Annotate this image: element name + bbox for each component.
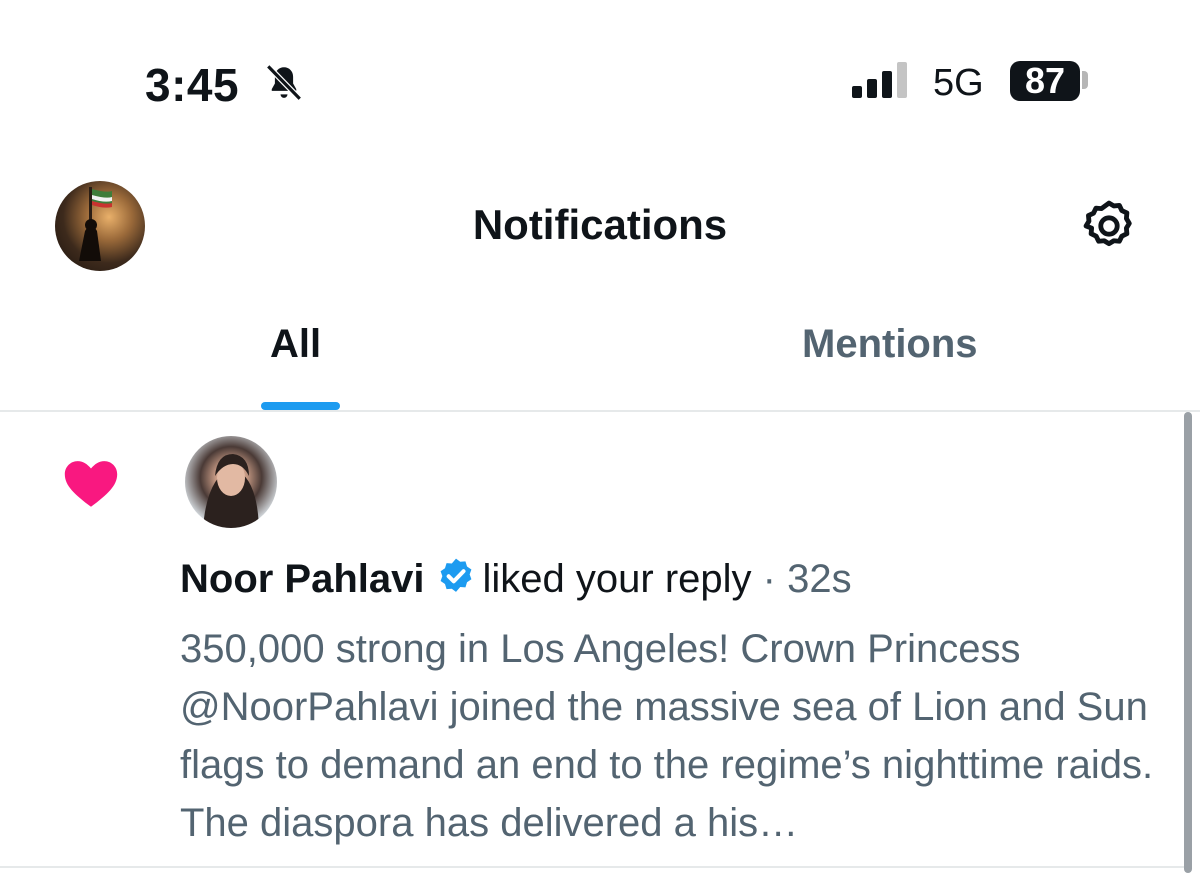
network-label: 5G bbox=[933, 62, 984, 104]
item-divider bbox=[0, 866, 1184, 868]
notification-text[interactable]: 350,000 strong in Los Angeles! Crown Pri… bbox=[180, 620, 1180, 852]
verified-badge-icon bbox=[440, 558, 471, 592]
page-title: Notifications bbox=[472, 201, 728, 248]
time-separator: · bbox=[762, 557, 776, 601]
active-tab-indicator bbox=[261, 402, 340, 410]
actor-avatar-image bbox=[203, 454, 259, 528]
notification-header: Noor Pahlavi liked your reply · 32s bbox=[180, 556, 852, 602]
signal-icon bbox=[852, 62, 907, 98]
status-time: 3:45 bbox=[145, 59, 240, 111]
heart-icon bbox=[64, 461, 118, 507]
notification-action: liked your reply bbox=[482, 557, 752, 601]
notification-time: 32s bbox=[787, 557, 852, 601]
scrollbar[interactable] bbox=[1184, 412, 1192, 873]
gear-icon[interactable] bbox=[1080, 197, 1138, 255]
tabs-divider bbox=[0, 410, 1200, 412]
battery-indicator: 87 bbox=[1010, 61, 1080, 101]
tab-all[interactable]: All bbox=[270, 322, 321, 367]
actor-avatar[interactable] bbox=[185, 436, 277, 528]
battery-tip bbox=[1082, 71, 1088, 89]
bell-slash-icon bbox=[266, 64, 302, 101]
actor-name[interactable]: Noor Pahlavi bbox=[180, 557, 425, 601]
tab-mentions[interactable]: Mentions bbox=[802, 322, 978, 367]
